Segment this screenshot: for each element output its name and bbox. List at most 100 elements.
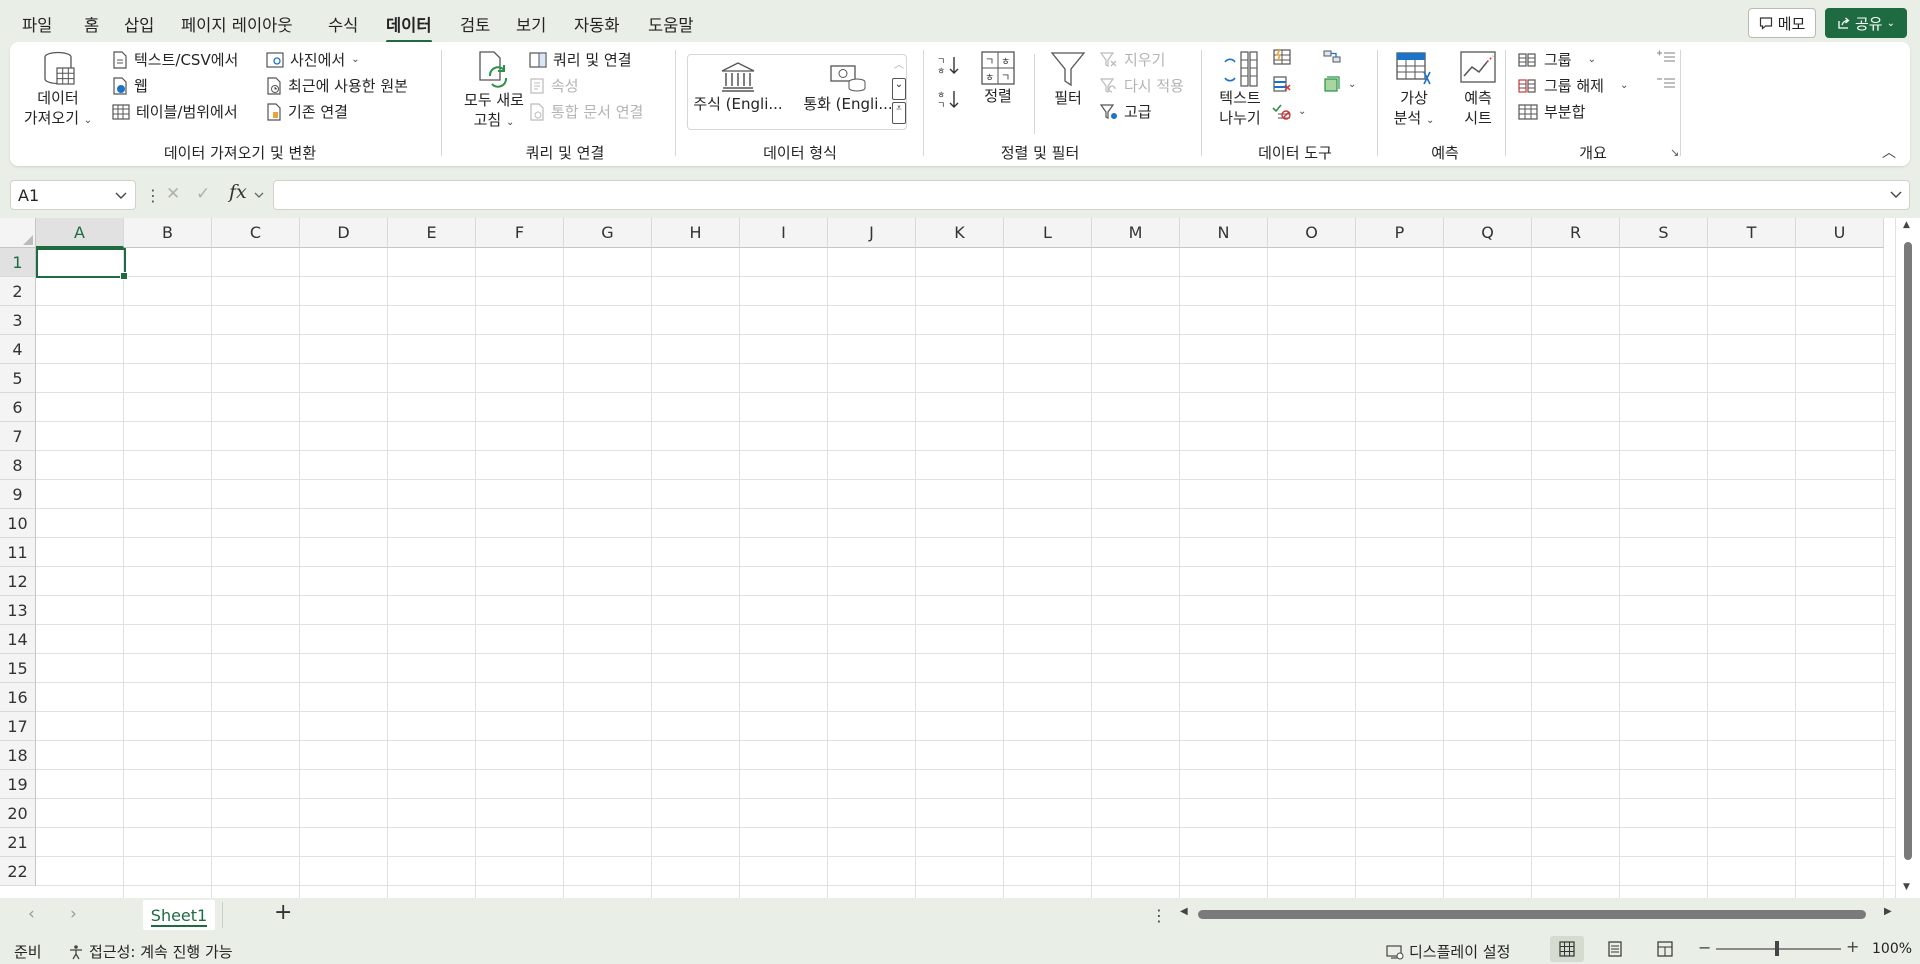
horizontal-scroll-thumb[interactable] (1198, 910, 1866, 919)
chevron-down-icon[interactable] (253, 189, 265, 201)
vertical-scroll-thumb[interactable] (1904, 242, 1912, 860)
row-header-15[interactable]: 15 (0, 654, 36, 683)
active-cell-a1[interactable] (36, 248, 128, 280)
column-header-r[interactable]: R (1532, 218, 1620, 248)
name-box[interactable]: A1 (10, 180, 136, 210)
row-header-16[interactable]: 16 (0, 683, 36, 712)
column-header-u[interactable]: U (1796, 218, 1884, 248)
collapse-ribbon-icon[interactable]: ︿ (1882, 142, 1896, 162)
vertical-scrollbar[interactable]: ▲ ▼ (1895, 218, 1920, 898)
row-header-17[interactable]: 17 (0, 712, 36, 741)
page-layout-view-button[interactable] (1598, 936, 1632, 962)
comments-button[interactable]: 메모 (1748, 8, 1816, 38)
row-header-11[interactable]: 11 (0, 538, 36, 567)
column-header-i[interactable]: I (740, 218, 828, 248)
share-button[interactable]: 공유 ⌄ (1825, 8, 1907, 38)
row-header-8[interactable]: 8 (0, 451, 36, 480)
tab-insert[interactable]: 삽입 (124, 12, 154, 36)
relationships-button[interactable]: ⌄ (1322, 75, 1356, 93)
text-to-columns-button[interactable]: 텍스트 나누기 (1210, 50, 1270, 128)
enter-icon[interactable]: ✓ (196, 184, 210, 204)
zoom-out-icon[interactable]: − (1698, 938, 1711, 957)
sort-button[interactable]: ㄱㅎㅎㄱ 정렬 (970, 50, 1026, 106)
tab-automate[interactable]: 자동화 (574, 12, 620, 36)
clear-filter-button[interactable]: 지우기 (1100, 49, 1165, 70)
existing-connections-button[interactable]: 기존 연결 (266, 101, 348, 122)
row-header-18[interactable]: 18 (0, 741, 36, 770)
tab-view[interactable]: 보기 (516, 12, 546, 36)
recent-sources-button[interactable]: 최근에 사용한 원본 (266, 75, 408, 96)
scroll-left-icon[interactable]: ◀ (1180, 906, 1188, 917)
row-header-22[interactable]: 22 (0, 857, 36, 886)
currencies-data-type[interactable]: 통화 (Engli... (802, 60, 894, 114)
ungroup-button[interactable]: 그룹 해제 ⌄ (1518, 75, 1628, 96)
sort-descending-button[interactable]: ㅎㄱ (936, 88, 960, 110)
more-options-icon[interactable]: ⋮ (145, 186, 161, 205)
hide-detail-button[interactable] (1656, 75, 1676, 89)
horizontal-scrollbar[interactable]: ◀ ▶ (1180, 906, 1900, 922)
stocks-data-type[interactable]: 주식 (Engli... (692, 60, 784, 114)
zoom-slider-thumb[interactable] (1775, 941, 1779, 956)
cell-area[interactable] (36, 248, 1895, 898)
scroll-right-icon[interactable]: ▶ (1884, 906, 1892, 917)
column-header-d[interactable]: D (300, 218, 388, 248)
filter-button[interactable]: 필터 (1040, 50, 1096, 108)
column-header-h[interactable]: H (652, 218, 740, 248)
column-header-l[interactable]: L (1004, 218, 1092, 248)
row-header-1[interactable]: 1 (0, 248, 36, 277)
forecast-sheet-button[interactable]: 예측 시트 (1450, 50, 1506, 128)
formula-input[interactable] (273, 180, 1910, 210)
queries-connections-button[interactable]: 쿼리 및 연결 (529, 49, 632, 70)
reapply-filter-button[interactable]: 다시 적용 (1100, 75, 1184, 96)
column-header-a[interactable]: A (36, 218, 124, 248)
row-header-2[interactable]: 2 (0, 277, 36, 306)
column-header-o[interactable]: O (1268, 218, 1356, 248)
consolidate-button[interactable] (1322, 48, 1342, 66)
remove-duplicates-button[interactable] (1272, 75, 1292, 93)
row-header-3[interactable]: 3 (0, 306, 36, 335)
gallery-down-icon[interactable]: ⌄ (892, 78, 906, 100)
tab-data[interactable]: 데이터 (386, 12, 432, 43)
row-header-5[interactable]: 5 (0, 364, 36, 393)
display-settings-button[interactable]: 디스플레이 설정 (1386, 941, 1510, 962)
row-header-13[interactable]: 13 (0, 596, 36, 625)
what-if-analysis-button[interactable]: 가상 분석 ⌄ (1386, 50, 1442, 131)
zoom-in-icon[interactable]: + (1846, 937, 1859, 956)
row-header-19[interactable]: 19 (0, 770, 36, 799)
column-header-f[interactable]: F (476, 218, 564, 248)
column-header-g[interactable]: G (564, 218, 652, 248)
chevron-down-icon[interactable] (114, 188, 128, 202)
page-break-view-button[interactable] (1648, 936, 1682, 962)
expand-formula-bar-icon[interactable] (1889, 189, 1903, 201)
column-header-k[interactable]: K (916, 218, 1004, 248)
row-header-10[interactable]: 10 (0, 509, 36, 538)
row-header-14[interactable]: 14 (0, 625, 36, 654)
normal-view-button[interactable] (1550, 936, 1584, 962)
group-button[interactable]: 그룹 ⌄ (1518, 49, 1596, 70)
properties-button[interactable]: 속성 (529, 75, 579, 96)
tab-formulas[interactable]: 수식 (328, 12, 358, 36)
row-header-6[interactable]: 6 (0, 393, 36, 422)
select-all-corner[interactable] (0, 218, 36, 248)
row-header-20[interactable]: 20 (0, 799, 36, 828)
gallery-up-icon[interactable]: ︿ (892, 56, 906, 78)
gallery-expand-icon[interactable]: ⩡ (892, 102, 906, 124)
column-header-m[interactable]: M (1092, 218, 1180, 248)
column-header-j[interactable]: J (828, 218, 916, 248)
from-text-csv-button[interactable]: 텍스트/CSV에서 (112, 49, 238, 70)
scroll-down-icon[interactable]: ▼ (1903, 882, 1910, 892)
edit-links-button[interactable]: 통합 문서 연결 (529, 101, 643, 122)
previous-sheet-icon[interactable]: ‹ (28, 904, 35, 924)
column-header-b[interactable]: B (124, 218, 212, 248)
get-data-button[interactable]: 데이터 가져오기 ⌄ (22, 50, 94, 131)
add-sheet-button[interactable]: + (274, 900, 292, 925)
tab-page-layout[interactable]: 페이지 레이아웃 (181, 12, 293, 36)
column-header-c[interactable]: C (212, 218, 300, 248)
row-header-7[interactable]: 7 (0, 422, 36, 451)
scroll-up-icon[interactable]: ▲ (1903, 220, 1910, 230)
tab-file[interactable]: 파일 (22, 12, 52, 36)
from-picture-button[interactable]: 사진에서 ⌄ (266, 49, 360, 70)
tab-review[interactable]: 검토 (460, 12, 490, 36)
row-header-4[interactable]: 4 (0, 335, 36, 364)
column-header-n[interactable]: N (1180, 218, 1268, 248)
